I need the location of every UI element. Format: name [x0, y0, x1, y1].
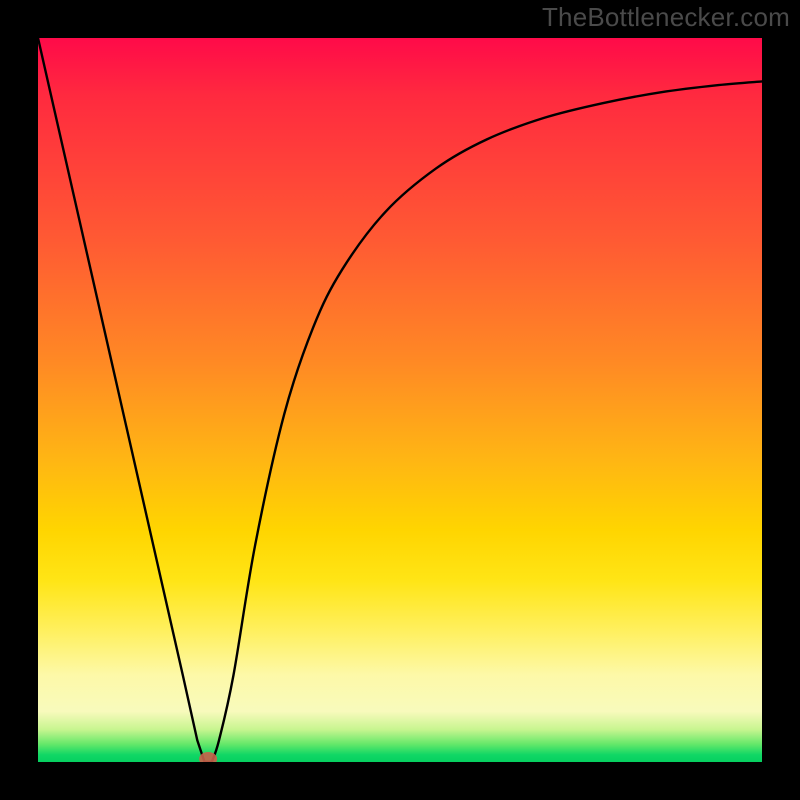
chart-frame: TheBottlenecker.com	[0, 0, 800, 800]
bottleneck-curve	[38, 38, 762, 762]
watermark-text: TheBottlenecker.com	[542, 2, 790, 33]
plot-area	[38, 38, 762, 762]
curve-layer	[38, 38, 762, 762]
